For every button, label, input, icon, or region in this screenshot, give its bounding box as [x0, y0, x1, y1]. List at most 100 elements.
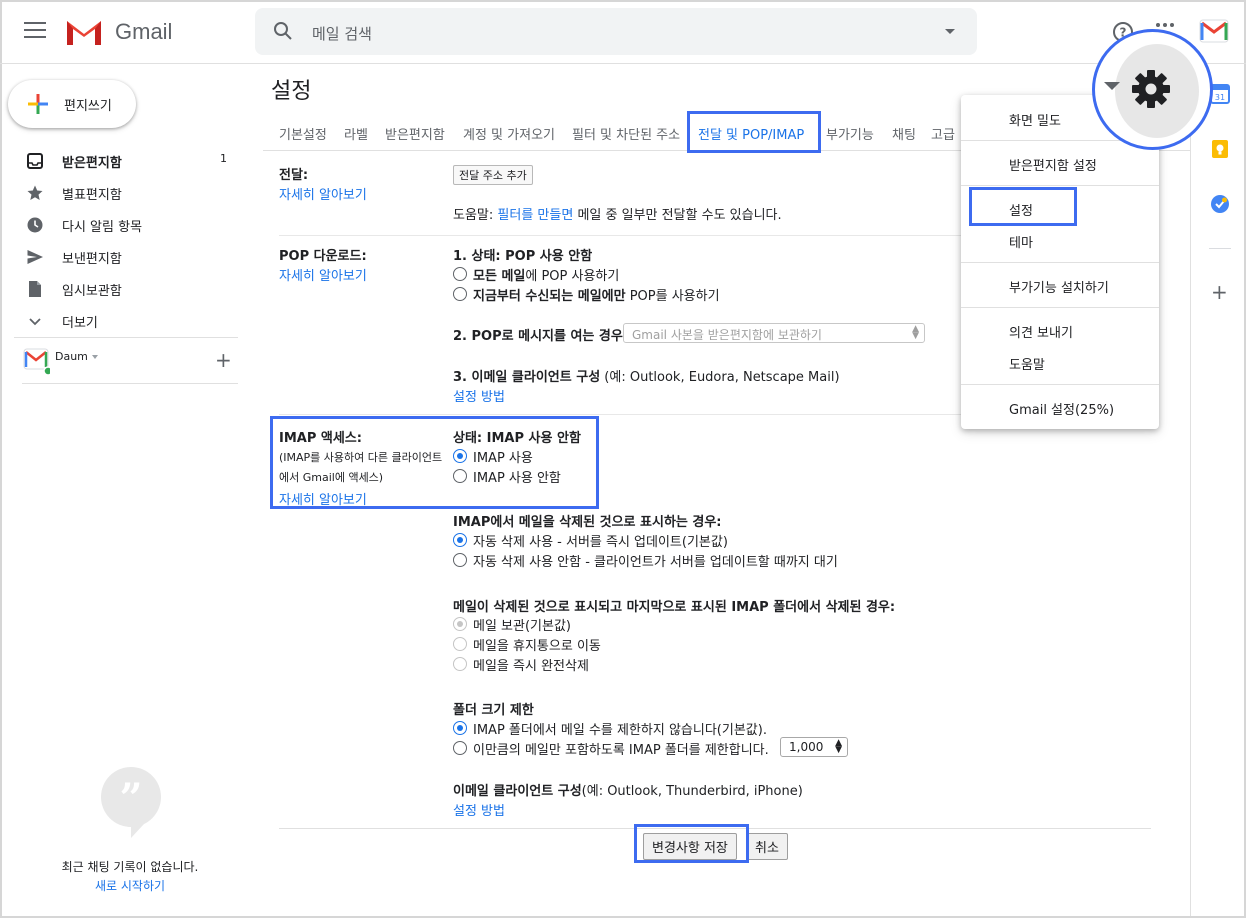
gmail-wordmark[interactable]: Gmail — [115, 19, 172, 45]
account-name[interactable]: Daum — [55, 350, 88, 363]
menu-item-inbox-config[interactable]: 받은편지함 설정 — [1009, 155, 1097, 174]
sidebar-item-label: 임시보관함 — [62, 284, 122, 299]
pop-action-select: Gmail 사본을 받은편지함에 보관하기 ▲ ▼ — [623, 323, 925, 343]
limit-option[interactable]: 이만큼의 메일만 포함하도록 IMAP 폴더를 제한합니다. — [473, 739, 769, 758]
imap-expunged-heading: 메일이 삭제된 것으로 표시되고 마지막으로 표시된 IMAP 폴더에서 삭제된… — [453, 600, 896, 615]
chat-bubble-icon: ” — [101, 767, 161, 838]
keep-icon[interactable] — [1210, 139, 1230, 159]
no-limit-radio[interactable] — [453, 721, 467, 735]
tab-filters[interactable]: 필터 및 차단된 주소 — [572, 124, 680, 143]
calendar-icon[interactable]: 31 — [1210, 84, 1230, 104]
no-limit-option[interactable]: IMAP 폴더에서 메일 수를 제한하지 않습니다(기본값). — [473, 719, 767, 738]
cancel-button[interactable]: 취소 — [746, 833, 788, 860]
option-rest: POP를 사용하기 — [625, 289, 720, 304]
svg-text:”: ” — [119, 775, 142, 822]
compose-label: 편지쓰기 — [64, 99, 112, 114]
settings-gear-zoom[interactable] — [1092, 29, 1213, 150]
tab-chat[interactable]: 채팅 — [892, 124, 916, 143]
add-chat-icon[interactable]: + — [215, 350, 232, 370]
pop-learn-more-link[interactable]: 자세히 알아보기 — [279, 265, 367, 284]
option-bold: 지금부터 수신되는 메일에만 — [473, 289, 626, 304]
sidebar-item-starred[interactable]: 별표편지함 — [0, 176, 250, 208]
auto-expunge-off-option[interactable]: 자동 삭제 사용 안함 - 클라이언트가 서버를 업데이트할 때까지 대기 — [473, 551, 838, 570]
top-bar: Gmail 메일 검색 ? — [0, 0, 1246, 64]
svg-text:31: 31 — [1215, 93, 1225, 102]
pop-from-now-option[interactable]: 지금부터 수신되는 메일에만 POP를 사용하기 — [473, 285, 720, 304]
auto-expunge-on-option[interactable]: 자동 삭제 사용 - 서버를 즉시 업데이트(기본값) — [473, 531, 728, 550]
account-avatar-icon[interactable] — [22, 347, 50, 375]
imap-client-config: 이메일 클라이언트 구성(예: Outlook, Thunderbird, iP… — [453, 780, 803, 799]
auto-expunge-on-radio[interactable] — [453, 533, 467, 547]
get-addons-plus-icon[interactable]: + — [1211, 282, 1228, 302]
forwarding-help: 도움말: 필터를 만들면 메일 중 일부만 전달할 수도 있습니다. — [453, 204, 782, 223]
trash-option[interactable]: 메일을 휴지통으로 이동 — [473, 635, 601, 654]
pop-all-mail-option[interactable]: 모든 메일에 POP 사용하기 — [473, 265, 619, 284]
pop-setup-link[interactable]: 설정 방법 — [453, 386, 505, 405]
account-caret-icon[interactable] — [92, 355, 98, 359]
sidebar-item-sent[interactable]: 보낸편지함 — [0, 240, 250, 272]
sidebar-item-label: 별표편지함 — [62, 188, 122, 203]
tasks-icon[interactable] — [1210, 194, 1230, 214]
menu-item-density[interactable]: 화면 밀도 — [1009, 110, 1061, 129]
folder-limit-select[interactable]: 1,000 ▲ ▼ — [780, 737, 848, 757]
gmail-logo-icon[interactable] — [64, 17, 104, 47]
pop-from-now-radio[interactable] — [453, 287, 467, 301]
menu-item-help[interactable]: 도움말 — [1009, 354, 1045, 373]
search-input[interactable]: 메일 검색 — [312, 23, 372, 44]
compose-button[interactable]: 편지쓰기 — [8, 80, 136, 128]
search-options-icon[interactable] — [945, 29, 955, 34]
delete-forever-option[interactable]: 메일을 즉시 완전삭제 — [473, 655, 589, 674]
archive-radio[interactable] — [453, 617, 467, 631]
archive-option[interactable]: 메일 보관(기본값) — [473, 615, 571, 634]
trash-radio[interactable] — [453, 637, 467, 651]
menu-item-storage[interactable]: Gmail 설정(25%) — [1009, 399, 1114, 418]
tab-addons[interactable]: 부가기능 — [826, 124, 874, 143]
select-arrows-icon: ▲ ▼ — [835, 738, 842, 755]
unread-count: 1 — [220, 152, 227, 165]
forwarding-learn-more-link[interactable]: 자세히 알아보기 — [279, 184, 367, 203]
add-forwarding-address-button[interactable]: 전달 주소 추가 — [453, 165, 533, 185]
menu-divider — [961, 307, 1159, 308]
tab-general[interactable]: 기본설정 — [279, 124, 327, 143]
auto-expunge-off-radio[interactable] — [453, 553, 467, 567]
highlight-box — [270, 416, 599, 509]
tab-advanced[interactable]: 고급 — [931, 124, 955, 143]
sidebar-item-label: 다시 알림 항목 — [62, 220, 143, 235]
delete-forever-radio[interactable] — [453, 657, 467, 671]
imap-setup-link[interactable]: 설정 방법 — [453, 800, 505, 819]
inbox-icon — [27, 153, 43, 169]
folder-limit-value: 1,000 — [789, 740, 824, 754]
forwarding-label: 전달: — [279, 168, 309, 183]
help-prefix: 도움말: — [453, 208, 498, 223]
sidebar-item-label: 더보기 — [62, 316, 98, 331]
menu-item-get-addons[interactable]: 부가기능 설치하기 — [1009, 277, 1109, 296]
search-icon[interactable] — [273, 21, 293, 41]
main-menu-icon[interactable] — [24, 22, 46, 40]
account-gmail-icon[interactable] — [1199, 19, 1229, 43]
highlight-box — [969, 187, 1077, 226]
option-bold: 이메일 클라이언트 구성 — [453, 784, 582, 799]
menu-item-themes[interactable]: 테마 — [1009, 232, 1033, 251]
sidebar-item-more[interactable]: 더보기 — [0, 304, 250, 336]
tab-inbox[interactable]: 받은편지함 — [385, 124, 445, 143]
search-bar[interactable]: 메일 검색 — [255, 8, 977, 55]
pop-status: 1. 상태: POP 사용 안함 — [453, 249, 593, 264]
sidebar-item-drafts[interactable]: 임시보관함 — [0, 272, 250, 304]
start-chat-link[interactable]: 새로 시작하기 — [0, 877, 260, 894]
gear-icon[interactable] — [1131, 69, 1171, 109]
option-bold: 모든 메일 — [473, 269, 526, 284]
chevron-down-icon — [29, 318, 41, 326]
pop-all-mail-radio[interactable] — [453, 267, 467, 281]
menu-item-send-feedback[interactable]: 의견 보내기 — [1009, 322, 1073, 341]
tab-accounts[interactable]: 계정 및 가져오기 — [463, 124, 555, 143]
option-rest: (예: Outlook, Thunderbird, iPhone) — [581, 784, 803, 799]
limit-radio[interactable] — [453, 741, 467, 755]
folder-limit-heading: 폴더 크기 제한 — [453, 703, 534, 718]
create-filter-link[interactable]: 필터를 만들면 — [497, 208, 573, 223]
sidebar-item-snoozed[interactable]: 다시 알림 항목 — [0, 208, 250, 240]
sidebar-divider — [22, 383, 238, 384]
sidebar-item-inbox[interactable]: 받은편지함 1 — [0, 144, 250, 176]
send-icon — [27, 250, 43, 264]
tab-labels[interactable]: 라벨 — [344, 124, 368, 143]
option-rest: 에 POP 사용하기 — [525, 269, 620, 284]
